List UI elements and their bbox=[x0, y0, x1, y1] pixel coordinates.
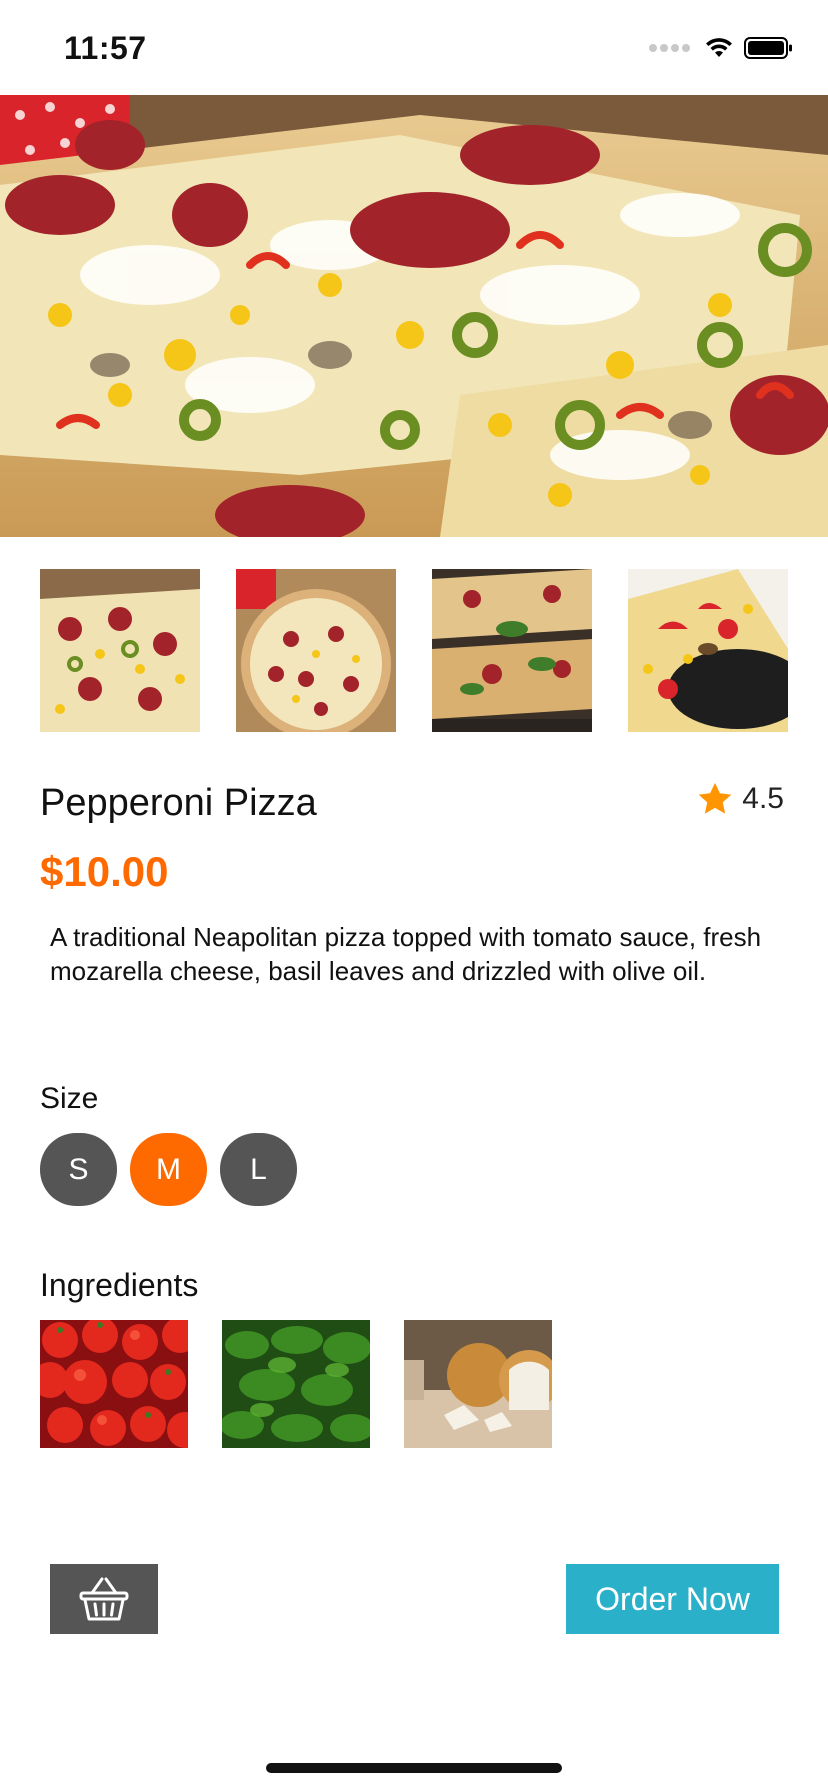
gallery-thumbnail[interactable] bbox=[432, 569, 592, 732]
size-button-l[interactable]: L bbox=[220, 1133, 297, 1206]
status-time: 11:57 bbox=[64, 30, 147, 66]
ingredient-onions-image bbox=[404, 1320, 552, 1448]
cellular-signal-icon bbox=[649, 44, 690, 52]
order-now-button[interactable]: Order Now bbox=[566, 1564, 779, 1634]
size-selector: S M L bbox=[40, 1133, 297, 1206]
add-to-basket-button[interactable] bbox=[50, 1564, 158, 1634]
size-button-m[interactable]: M bbox=[130, 1133, 207, 1206]
home-indicator[interactable] bbox=[266, 1763, 562, 1773]
image-gallery bbox=[40, 569, 788, 732]
product-title: Pepperoni Pizza bbox=[40, 782, 317, 824]
gallery-thumbnail[interactable] bbox=[628, 569, 788, 732]
product-description: A traditional Neapolitan pizza topped wi… bbox=[50, 922, 762, 986]
ingredients-list bbox=[40, 1320, 552, 1448]
status-icons bbox=[649, 36, 794, 60]
product-price: $10.00 bbox=[40, 848, 169, 895]
gallery-thumbnail[interactable] bbox=[40, 569, 200, 732]
rating-value: 4.5 bbox=[742, 782, 784, 815]
gallery-thumbnail[interactable] bbox=[236, 569, 396, 732]
star-icon bbox=[698, 782, 732, 814]
battery-icon bbox=[744, 37, 792, 59]
wifi-icon bbox=[706, 38, 732, 57]
ingredients-label: Ingredients bbox=[40, 1267, 199, 1303]
hero-pizza-image bbox=[0, 95, 828, 537]
size-label: Size bbox=[40, 1082, 99, 1115]
rating: 4.5 bbox=[696, 780, 784, 818]
ingredient-tomatoes-image bbox=[40, 1320, 188, 1448]
basket-icon bbox=[79, 1577, 129, 1621]
ingredient-parsley-image bbox=[222, 1320, 370, 1448]
size-button-s[interactable]: S bbox=[40, 1133, 117, 1206]
status-bar: 11:57 bbox=[0, 0, 828, 95]
